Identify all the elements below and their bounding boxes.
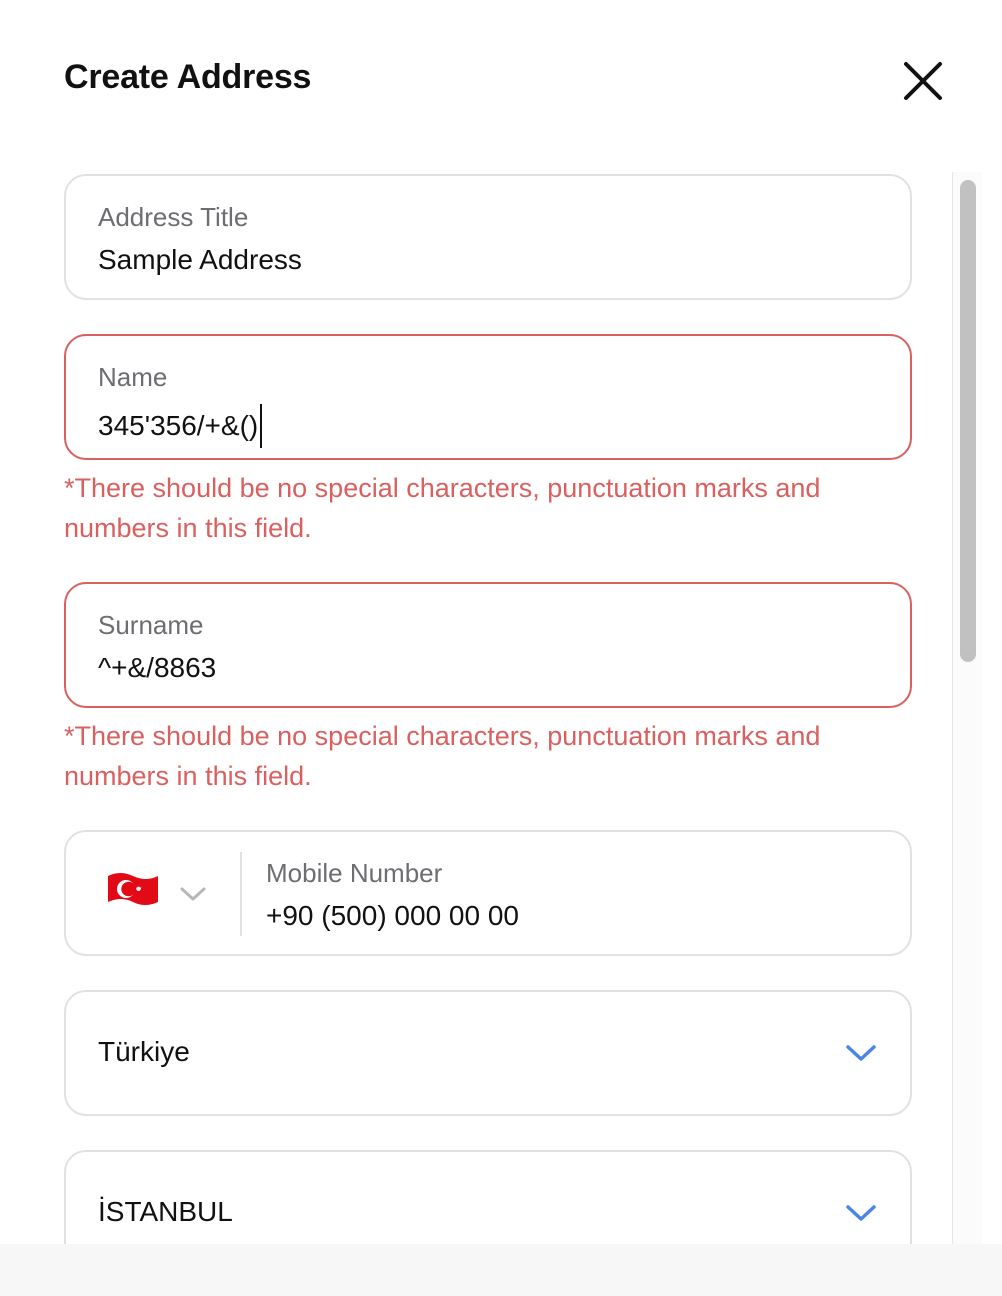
close-button[interactable] xyxy=(900,58,946,104)
create-address-panel: Create Address Address Title Sample Addr… xyxy=(0,0,1002,1296)
surname-field[interactable]: Surname ^+&/8863 xyxy=(64,582,912,708)
city-selected-value: İSTANBUL xyxy=(98,1196,233,1227)
mobile-number-value: +90 (500) 000 00 00 xyxy=(266,900,519,931)
form-scroll-area[interactable]: Address Title Sample Address Name 345'35… xyxy=(0,150,1002,1244)
name-value: 345'356/+&() xyxy=(98,410,259,441)
country-code-dropdown[interactable] xyxy=(178,884,208,904)
surname-error-message: *There should be no special characters, … xyxy=(64,721,821,791)
country-code-selector[interactable] xyxy=(104,868,162,912)
mobile-number-field: Mobile Number +90 (500) 000 00 00 xyxy=(64,830,912,956)
city-dropdown-toggle[interactable] xyxy=(844,1202,878,1224)
close-icon xyxy=(904,62,942,100)
city-select[interactable]: İSTANBUL xyxy=(64,1150,912,1244)
mobile-number-label: Mobile Number xyxy=(266,858,443,888)
mobile-number-input[interactable]: +90 (500) 000 00 00 xyxy=(266,900,519,932)
bottom-strip xyxy=(0,1244,1002,1296)
address-title-input[interactable]: Sample Address xyxy=(98,244,302,276)
address-title-field[interactable]: Address Title Sample Address xyxy=(64,174,912,300)
surname-value: ^+&/8863 xyxy=(98,652,217,683)
name-input[interactable]: 345'356/+&() xyxy=(98,404,263,448)
page-title: Create Address xyxy=(64,58,312,96)
country-dropdown-toggle[interactable] xyxy=(844,1042,878,1064)
scrollbar-thumb[interactable] xyxy=(960,180,976,662)
surname-label: Surname xyxy=(98,610,204,640)
chevron-down-icon xyxy=(846,1205,876,1221)
country-select[interactable]: Türkiye xyxy=(64,990,912,1116)
address-title-value: Sample Address xyxy=(98,244,302,275)
country-selected-value: Türkiye xyxy=(98,1036,190,1067)
name-error-message: *There should be no special characters, … xyxy=(64,473,821,543)
turkey-flag-icon xyxy=(108,873,158,905)
chevron-down-icon xyxy=(180,887,206,901)
chevron-down-icon xyxy=(846,1045,876,1061)
name-label: Name xyxy=(98,362,168,392)
address-title-label: Address Title xyxy=(98,202,249,232)
phone-divider xyxy=(240,852,242,936)
name-field[interactable]: Name 345'356/+&() xyxy=(64,334,912,460)
text-caret xyxy=(260,404,263,448)
surname-input[interactable]: ^+&/8863 xyxy=(98,652,216,684)
